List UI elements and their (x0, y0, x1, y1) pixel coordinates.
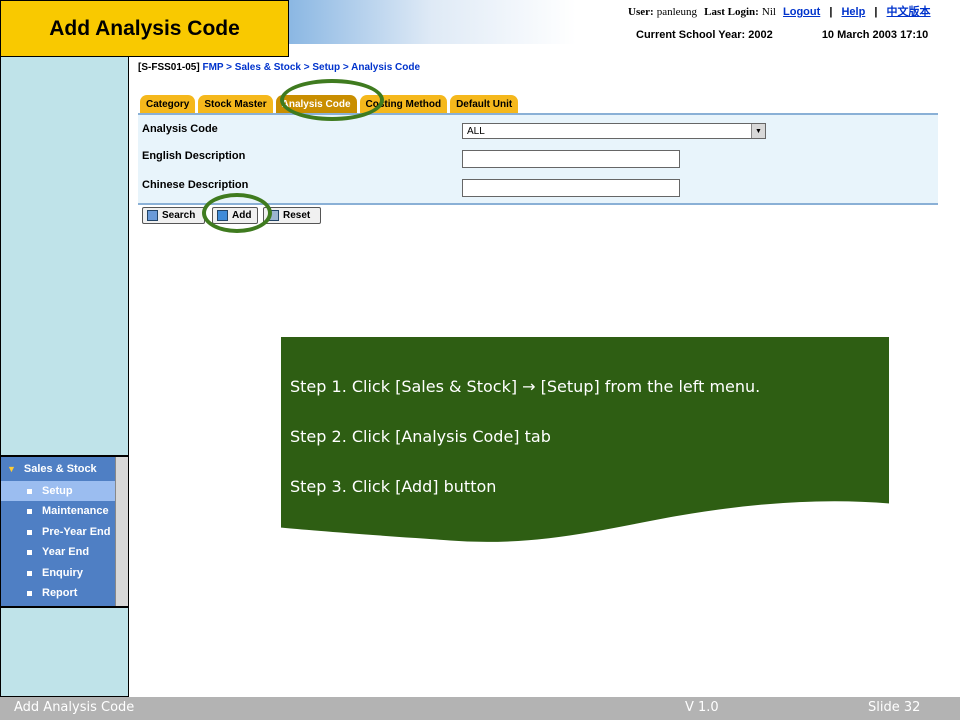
instruction-callout: Step 1. Click [Sales & Stock] → [Setup] … (280, 336, 890, 546)
analysis-code-label: Analysis Code (142, 123, 218, 135)
tab-category[interactable]: Category (140, 95, 196, 113)
user-label: User: (628, 6, 654, 18)
help-link[interactable]: Help (841, 6, 865, 18)
dropdown-arrow-icon[interactable]: ▼ (751, 124, 765, 138)
menu-item-year-end[interactable]: Year End (1, 542, 116, 562)
bullet-icon (27, 570, 32, 576)
bullet-icon (27, 488, 32, 494)
expand-triangle-icon: ▼ (7, 464, 16, 474)
menu-item-setup[interactable]: Setup (1, 481, 116, 501)
chinese-description-label: Chinese Description (142, 179, 249, 191)
tab-stock-master[interactable]: Stock Master (198, 95, 273, 113)
menu-item-maintenance[interactable]: Maintenance (1, 501, 116, 521)
left-panel-bottom (0, 607, 129, 697)
bullet-icon (27, 590, 32, 596)
logout-link[interactable]: Logout (783, 6, 820, 18)
english-description-input[interactable] (462, 150, 680, 168)
callout-text: Step 1. Click [Sales & Stock] → [Setup] … (290, 374, 880, 524)
user-bar: User: panleung Last Login: Nil Logout | … (628, 3, 931, 19)
menu-heading[interactable]: ▼ Sales & Stock (7, 463, 97, 475)
search-form: Analysis Code ALL ▼ English Description … (138, 113, 938, 205)
search-icon (147, 210, 158, 221)
menu-item-label: Enquiry (42, 567, 83, 579)
chinese-version-link[interactable]: 中文版本 (887, 6, 931, 18)
last-login-value: Nil (761, 6, 776, 18)
slide-footer: Add Analysis Code V 1.0 Slide 32 (0, 697, 960, 720)
bullet-icon (27, 529, 32, 535)
bullet-icon (27, 508, 32, 514)
chinese-description-input[interactable] (462, 179, 680, 197)
last-login-label: Last Login: (704, 6, 759, 18)
search-button[interactable]: Search (142, 207, 205, 224)
menu-item-label: Pre-Year End (42, 526, 111, 538)
menu-item-label: Maintenance (42, 505, 109, 517)
menu-item-label: Setup (42, 485, 73, 497)
analysis-code-value: ALL (467, 125, 485, 137)
separator: | (829, 6, 833, 18)
left-menu: ▼ Sales & Stock Setup Maintenance Pre-Yea… (0, 456, 129, 607)
school-year-bar: Current School Year: 2002 10 March 2003 … (636, 29, 928, 41)
analysis-code-select[interactable]: ALL ▼ (462, 123, 766, 139)
menu-scrollbar[interactable] (115, 457, 128, 606)
footer-title: Add Analysis Code (14, 700, 135, 715)
left-panel-top (0, 57, 129, 456)
user-value: panleung (656, 6, 698, 18)
screen-code: [S-FSS01-05] (138, 62, 200, 73)
step-1-text: Step 1. Click [Sales & Stock] → [Setup] … (290, 377, 761, 396)
current-datetime: 10 March 2003 17:10 (821, 29, 929, 41)
english-description-label: English Description (142, 150, 246, 162)
highlight-circle-add (202, 193, 272, 233)
reset-button-label: Reset (283, 210, 311, 221)
breadcrumb-trail[interactable]: FMP > Sales & Stock > Setup > Analysis C… (202, 62, 420, 73)
highlight-circle-tab (280, 79, 384, 121)
step-3-text: Step 3. Click [Add] button (290, 477, 497, 496)
menu-item-enquiry[interactable]: Enquiry (1, 563, 116, 583)
menu-item-pre-year-end[interactable]: Pre-Year End (1, 522, 116, 542)
footer-version: V 1.0 (685, 700, 719, 715)
search-button-label: Search (162, 210, 196, 221)
footer-slide-number: Slide 32 (868, 700, 921, 715)
menu-heading-label: Sales & Stock (23, 463, 97, 475)
step-2-text: Step 2. Click [Analysis Code] tab (290, 427, 551, 446)
school-year: Current School Year: 2002 (636, 29, 773, 41)
separator: | (874, 6, 878, 18)
breadcrumb: [S-FSS01-05] FMP > Sales & Stock > Setup… (138, 62, 420, 73)
menu-item-label: Report (42, 587, 78, 599)
tab-default-unit[interactable]: Default Unit (450, 95, 519, 113)
bullet-icon (27, 549, 32, 555)
slide-title: Add Analysis Code (0, 0, 289, 57)
menu-item-report[interactable]: Report (1, 583, 116, 603)
menu-item-label: Year End (42, 546, 90, 558)
